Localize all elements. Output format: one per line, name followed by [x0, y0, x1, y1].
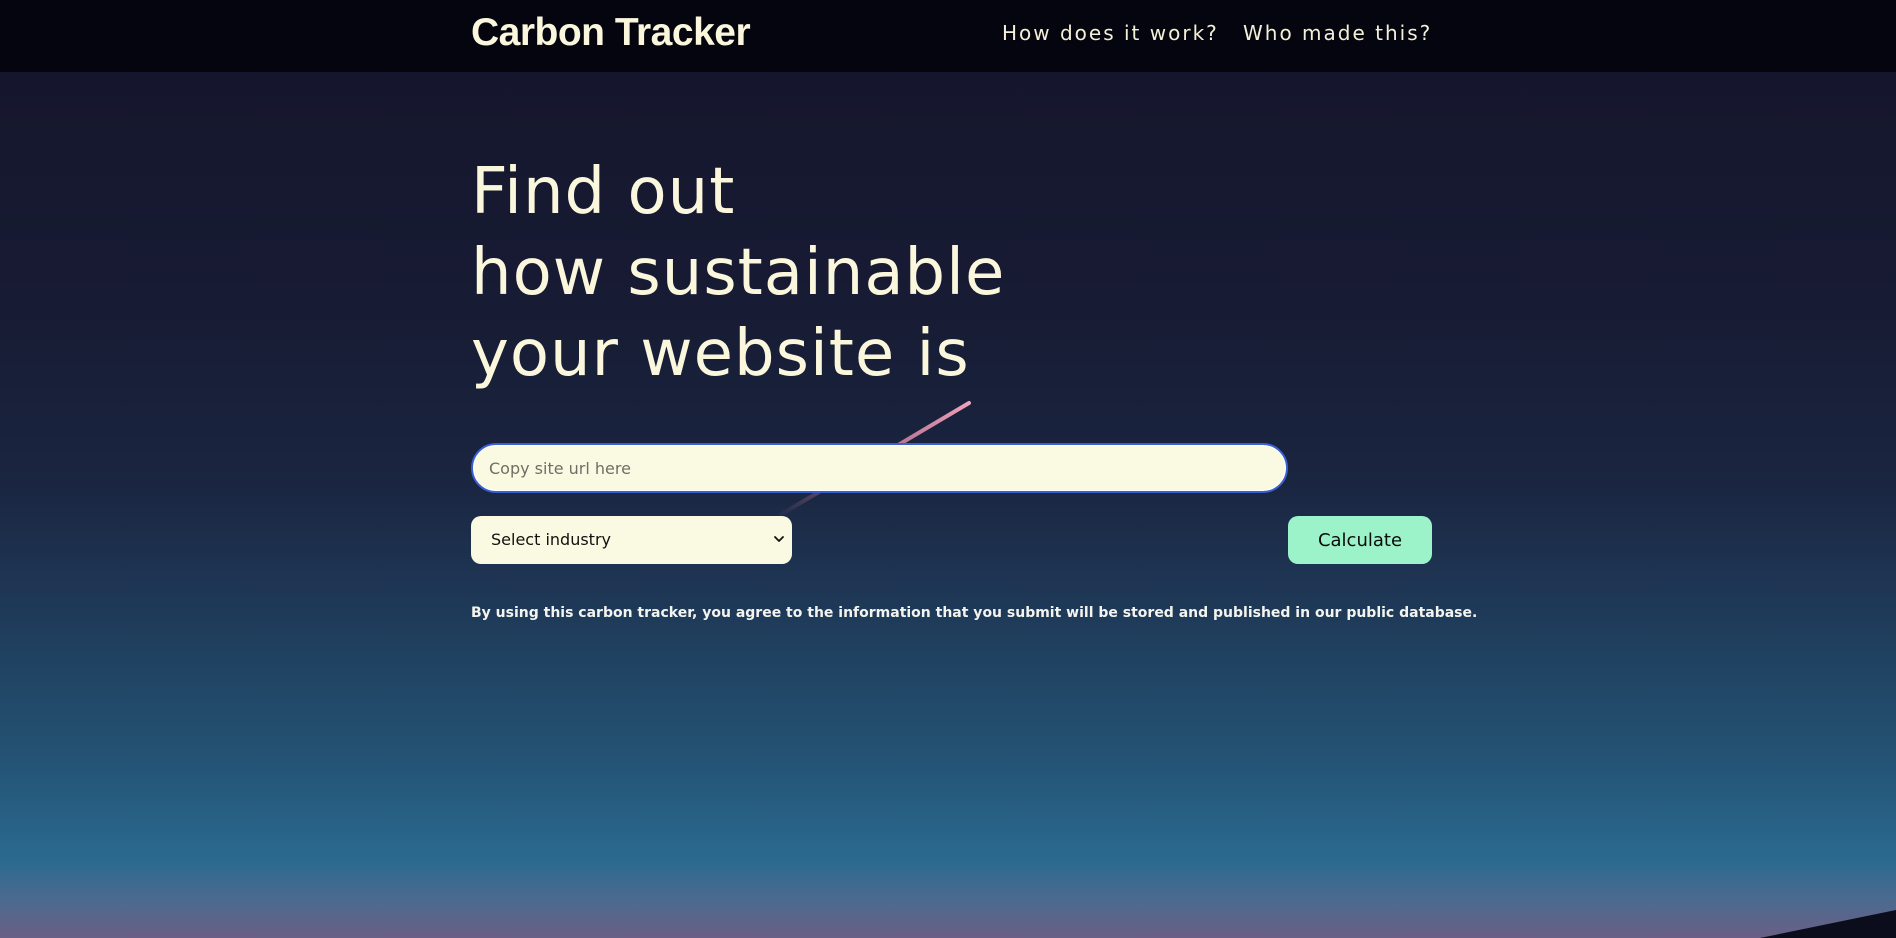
hero-line-3: your website is — [471, 317, 970, 391]
decorative-corner-shape — [1760, 910, 1896, 938]
nav-link-how-does-it-work[interactable]: How does it work? — [1002, 20, 1219, 46]
top-nav-bar: Carbon Tracker How does it work? Who mad… — [0, 0, 1896, 72]
site-url-input[interactable] — [471, 443, 1288, 493]
industry-select-value: Select industry — [491, 530, 611, 549]
data-storage-disclaimer: By using this carbon tracker, you agree … — [471, 605, 1478, 621]
chevron-down-icon — [774, 536, 784, 542]
brand-logo-text[interactable]: Carbon Tracker — [471, 10, 751, 56]
hero-line-1: Find out — [471, 155, 736, 229]
hero-line-2: how sustainable — [471, 236, 1006, 310]
nav-link-who-made-this[interactable]: Who made this? — [1243, 20, 1432, 46]
hero-heading: Find out how sustainable your website is — [471, 152, 1005, 395]
industry-select[interactable]: Select industry — [471, 516, 792, 564]
calculate-button[interactable]: Calculate — [1288, 516, 1432, 564]
